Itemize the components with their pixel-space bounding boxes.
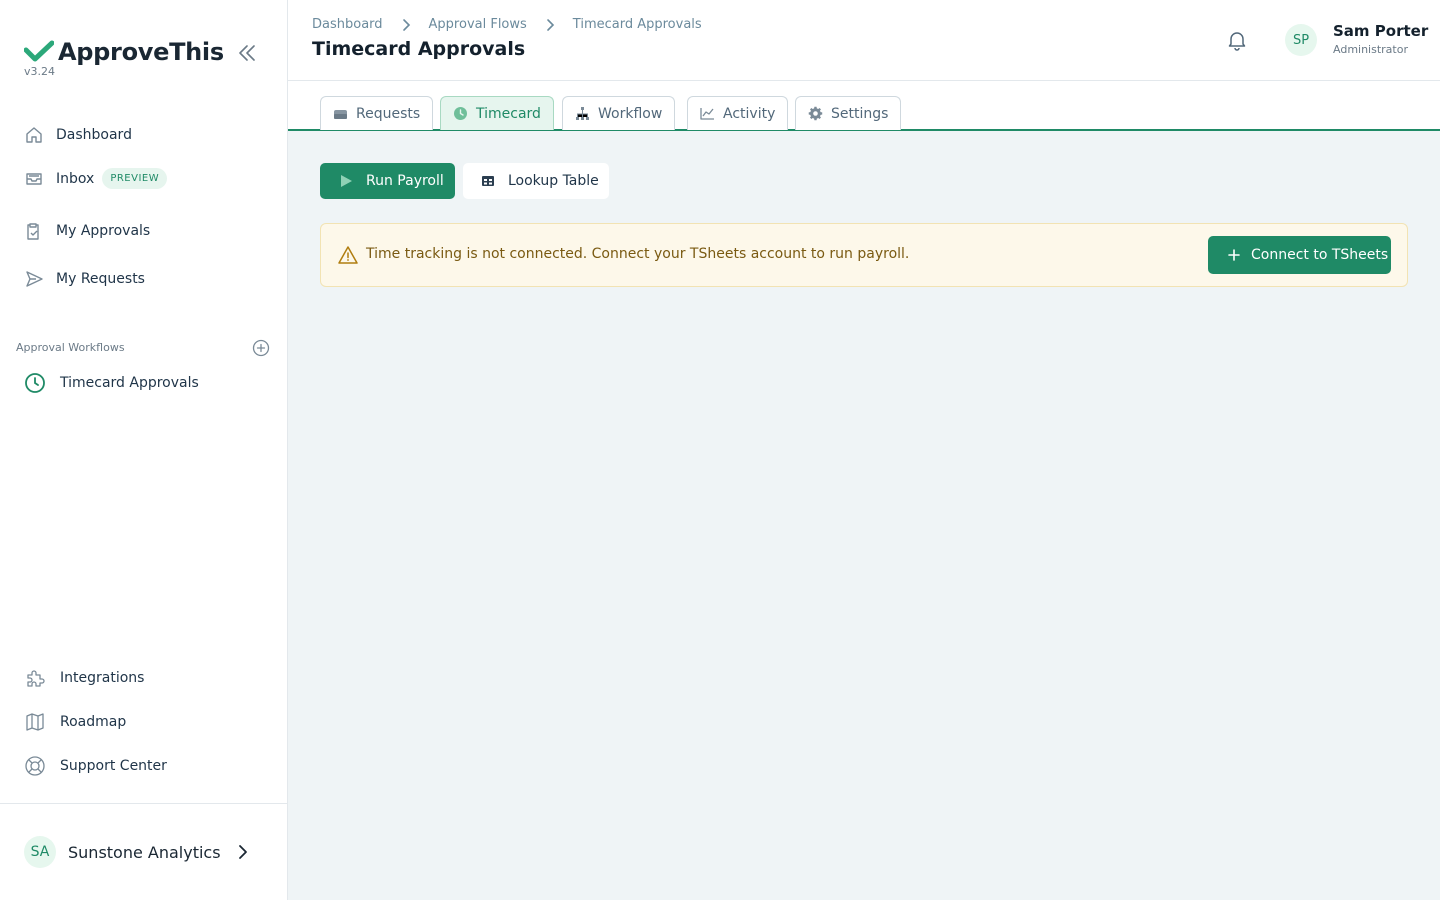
connect-tsheets-label: Connect to TSheets (1251, 247, 1389, 263)
sidebar-item-dashboard[interactable]: Dashboard (24, 125, 132, 145)
chevron-right-icon (546, 18, 554, 31)
table-icon (482, 176, 494, 186)
alert-message: Time tracking is not connected. Connect … (366, 246, 910, 262)
main-content: Run Payroll Lookup Table Time tracking i… (288, 131, 1440, 900)
lookup-table-button[interactable]: Lookup Table (463, 163, 609, 199)
org-switcher[interactable]: SA Sunstone Analytics (24, 836, 251, 868)
inbox-icon (26, 172, 42, 185)
checkmark-logo-icon (24, 40, 54, 62)
org-name: Sunstone Analytics (68, 842, 221, 862)
sidebar-item-label: Integrations (60, 670, 145, 686)
tabs-bar: Requests Timecard Workflow Activity Sett… (288, 81, 1440, 131)
sidebar-item-support-center[interactable]: Support Center (24, 755, 167, 777)
sidebar: ApproveThis v3.24 Dashboard Inbox PREVIE… (0, 0, 288, 900)
tab-label: Requests (356, 105, 421, 122)
preview-badge: PREVIEW (102, 168, 168, 189)
tab-activity[interactable]: Activity (687, 96, 789, 130)
user-avatar[interactable]: SP (1285, 24, 1317, 56)
home-icon (26, 127, 42, 143)
approval-workflows-label: Approval Workflows (16, 341, 125, 354)
sidebar-item-label: My Approvals (56, 223, 151, 239)
clock-icon (454, 107, 467, 120)
app-version: v3.24 (24, 65, 56, 78)
warning-triangle-icon (338, 246, 358, 264)
tab-workflow[interactable]: Workflow (562, 96, 676, 130)
connect-tsheets-button[interactable]: Connect to TSheets (1208, 236, 1391, 274)
sidebar-item-label: Support Center (60, 758, 167, 774)
clock-icon (25, 373, 45, 393)
sidebar-item-label: Roadmap (60, 714, 127, 730)
sidebar-item-my-approvals[interactable]: My Approvals (24, 221, 150, 241)
breadcrumb-dashboard[interactable]: Dashboard (312, 17, 383, 32)
user-role: Administrator (1333, 43, 1408, 56)
sitemap-icon (576, 107, 589, 120)
lifebuoy-icon (25, 756, 45, 776)
breadcrumb-approval-flows[interactable]: Approval Flows (429, 17, 527, 32)
org-avatar: SA (24, 836, 56, 868)
page-title: Timecard Approvals (312, 38, 526, 60)
play-icon (341, 175, 352, 187)
tab-label: Workflow (598, 105, 663, 122)
tab-requests[interactable]: Requests (320, 96, 434, 130)
workflow-item-timecard-approvals[interactable]: Timecard Approvals (24, 372, 199, 394)
tray-icon (334, 110, 347, 119)
plus-icon (1228, 249, 1240, 261)
sidebar-item-inbox[interactable]: Inbox PREVIEW (24, 168, 168, 189)
app-logo[interactable]: ApproveThis (24, 38, 224, 66)
gear-icon (808, 106, 823, 121)
breadcrumb-timecard-approvals[interactable]: Timecard Approvals (573, 17, 702, 32)
tsheets-warning-alert: Time tracking is not connected. Connect … (320, 223, 1408, 287)
tab-label: Activity (723, 105, 776, 122)
sidebar-item-label: My Requests (56, 271, 145, 287)
sidebar-item-roadmap[interactable]: Roadmap (24, 711, 126, 733)
map-icon (26, 713, 44, 731)
run-payroll-button[interactable]: Run Payroll (320, 163, 455, 199)
send-icon (26, 271, 43, 287)
tab-timecard[interactable]: Timecard (440, 96, 554, 130)
user-name: Sam Porter (1333, 22, 1429, 40)
sidebar-item-integrations[interactable]: Integrations (24, 667, 144, 689)
workflow-item-label: Timecard Approvals (60, 375, 199, 391)
app-name: ApproveThis (58, 38, 224, 66)
add-workflow-icon[interactable] (252, 339, 270, 357)
clipboard-check-icon (27, 223, 39, 240)
tab-label: Settings (831, 105, 889, 122)
tab-label: Timecard (476, 105, 541, 122)
chevron-right-icon (402, 18, 410, 31)
breadcrumb: Dashboard Approval Flows Timecard Approv… (312, 17, 702, 32)
sidebar-item-label: Dashboard (56, 127, 132, 143)
bell-icon[interactable] (1225, 28, 1249, 52)
puzzle-icon (27, 670, 45, 687)
sidebar-item-label: Inbox (56, 170, 95, 187)
tab-settings[interactable]: Settings (795, 96, 902, 130)
sidebar-item-my-requests[interactable]: My Requests (24, 269, 145, 289)
top-header: Dashboard Approval Flows Timecard Approv… (288, 0, 1440, 81)
lookup-table-label: Lookup Table (508, 173, 599, 189)
chart-line-icon (700, 108, 714, 120)
collapse-sidebar-icon[interactable] (236, 42, 258, 64)
run-payroll-label: Run Payroll (366, 173, 444, 189)
org-divider (0, 803, 288, 804)
chevron-right-icon (238, 845, 247, 859)
